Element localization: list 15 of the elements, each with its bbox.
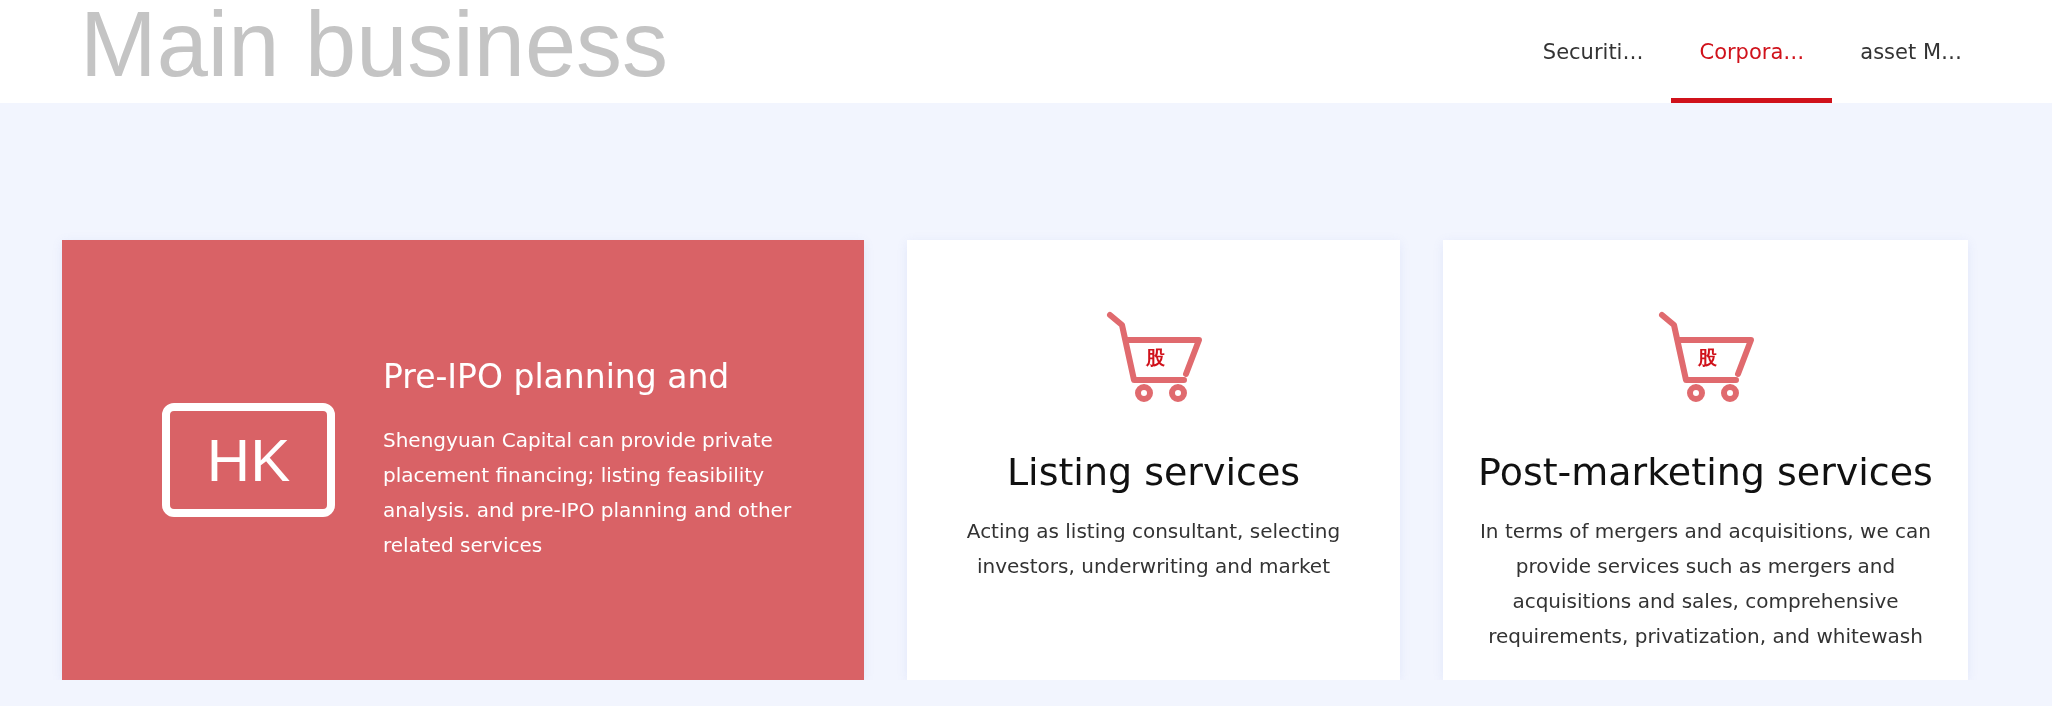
nav-tab[interactable]: Corpora… <box>1671 0 1833 103</box>
hk-badge-icon: HK <box>162 403 335 517</box>
cart-label: 股 <box>1697 348 1717 367</box>
card-title: Listing services <box>1006 450 1301 496</box>
section-heading: Main business <box>80 0 669 90</box>
card-title: Pre-IPO planning and <box>383 357 731 397</box>
card-description: Acting as listing consultant, selecting investors, underwriting and market <box>965 517 1342 580</box>
card-description: In terms of mergers and acquisitions, we can provide services such as mergers and acquisitions and sales, comprehensive requirements, privatization, and whitewash <box>1478 517 1932 650</box>
nav-tab[interactable]: asset M… <box>1832 0 1990 103</box>
card-description: Shengyuan Capital can provide private placement financing; listing feasibility analysis. and pre-IPO planning and other related services <box>383 426 793 559</box>
cart-icon <box>1658 312 1754 402</box>
cart-label: 股 <box>1145 348 1165 367</box>
card-title: Post-marketing services <box>1478 450 1933 496</box>
nav-tab[interactable]: Securiti… <box>1514 0 1672 103</box>
cart-icon <box>1106 312 1202 402</box>
